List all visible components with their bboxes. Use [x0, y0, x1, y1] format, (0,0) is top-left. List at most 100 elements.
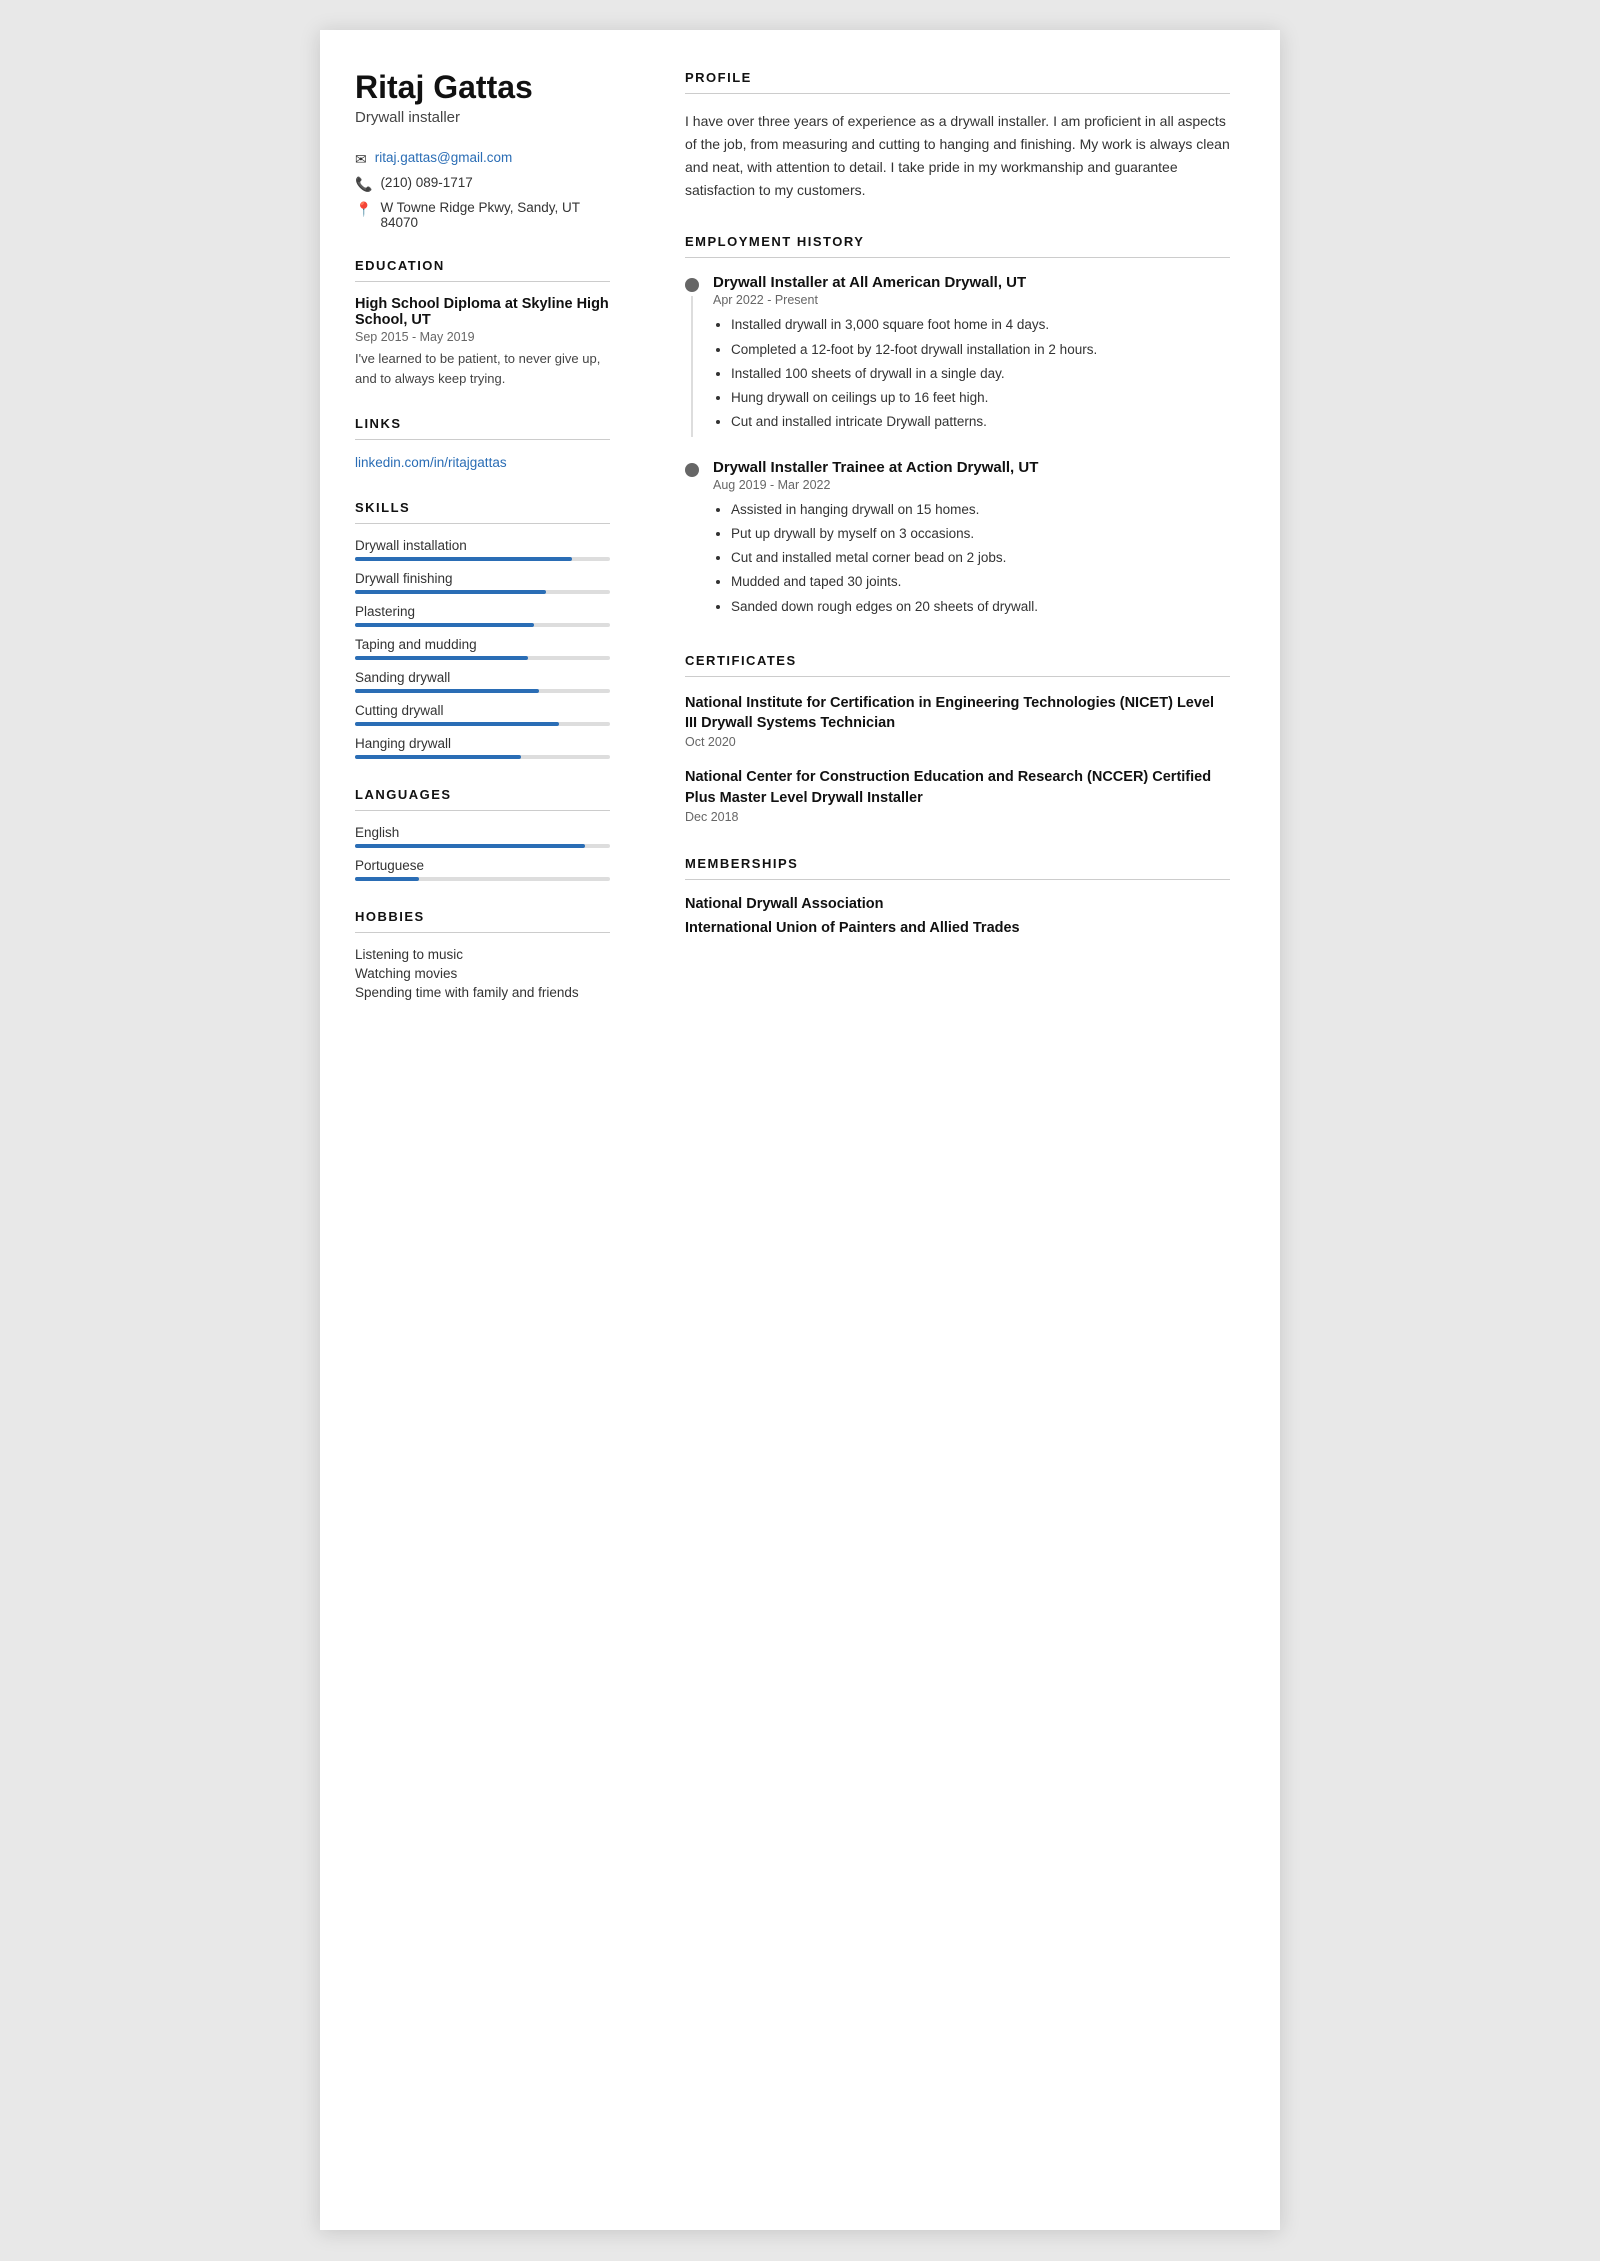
- membership-item: National Drywall Association: [685, 896, 1230, 912]
- edu-dates: Sep 2015 - May 2019: [355, 330, 610, 344]
- job-dot: [685, 463, 699, 477]
- profile-section: Profile I have over three years of exper…: [685, 70, 1230, 202]
- job-dot-column: [685, 274, 699, 436]
- membership-item: International Union of Painters and Alli…: [685, 920, 1230, 936]
- hobbies-section: Hobbies Listening to music Watching movie…: [355, 909, 610, 1000]
- education-divider: [355, 281, 610, 282]
- location-icon: 📍: [355, 201, 372, 218]
- skill-item: Sanding drywall: [355, 670, 610, 693]
- jobs-list: Drywall Installer at All American Drywal…: [685, 274, 1230, 621]
- hobby-item: Spending time with family and friends: [355, 985, 610, 1000]
- certificates-divider: [685, 676, 1230, 677]
- phone-icon: 📞: [355, 176, 372, 193]
- skill-label: Cutting drywall: [355, 703, 610, 718]
- contact-block: ✉ ritaj.gattas@gmail.com 📞 (210) 089-171…: [355, 150, 610, 230]
- skill-label: Sanding drywall: [355, 670, 610, 685]
- linkedin-link-item: linkedin.com/in/ritajgattas: [355, 454, 610, 472]
- languages-section: Languages English Portuguese: [355, 787, 610, 881]
- school-name: High School Diploma at Skyline High Scho…: [355, 296, 610, 328]
- skills-section: Skills Drywall installation Drywall fini…: [355, 500, 610, 759]
- skill-item: Plastering: [355, 604, 610, 627]
- skill-bar-bg: [355, 722, 610, 726]
- email-icon: ✉: [355, 151, 367, 168]
- skill-bar-bg: [355, 689, 610, 693]
- job-dates: Apr 2022 - Present: [713, 293, 1230, 307]
- cert-date: Oct 2020: [685, 735, 1230, 749]
- address-text: W Towne Ridge Pkwy, Sandy, UT 84070: [380, 200, 610, 230]
- language-bar-fill: [355, 844, 585, 848]
- skill-label: Taping and mudding: [355, 637, 610, 652]
- skill-bar-bg: [355, 590, 610, 594]
- skill-item: Cutting drywall: [355, 703, 610, 726]
- edu-description: I've learned to be patient, to never giv…: [355, 349, 610, 388]
- skill-item: Drywall finishing: [355, 571, 610, 594]
- skill-bar-bg: [355, 557, 610, 561]
- language-item: English: [355, 825, 610, 848]
- links-divider: [355, 439, 610, 440]
- job-content: Drywall Installer at All American Drywal…: [713, 274, 1230, 436]
- skill-bar-fill: [355, 623, 534, 627]
- email-link[interactable]: ritaj.gattas@gmail.com: [375, 150, 513, 165]
- job-title-text: Drywall Installer Trainee at Action Dryw…: [713, 459, 1230, 476]
- skill-bar-fill: [355, 755, 521, 759]
- skill-item: Drywall installation: [355, 538, 610, 561]
- skills-divider: [355, 523, 610, 524]
- certificates-heading: Certificates: [685, 653, 1230, 668]
- links-heading: Links: [355, 416, 610, 431]
- education-section: Education High School Diploma at Skyline…: [355, 258, 610, 388]
- cert-date: Dec 2018: [685, 810, 1230, 824]
- profile-heading: Profile: [685, 70, 1230, 85]
- left-panel: Ritaj Gattas Drywall installer ✉ ritaj.g…: [320, 30, 640, 2230]
- job-bullet: Put up drywall by myself on 3 occasions.: [731, 524, 1230, 544]
- language-label: English: [355, 825, 610, 840]
- job-bullets-list: Assisted in hanging drywall on 15 homes.…: [713, 500, 1230, 617]
- skill-item: Taping and mudding: [355, 637, 610, 660]
- job-entry: Drywall Installer Trainee at Action Dryw…: [685, 459, 1230, 621]
- memberships-divider: [685, 879, 1230, 880]
- language-label: Portuguese: [355, 858, 610, 873]
- language-bar-fill: [355, 877, 419, 881]
- phone-item: 📞 (210) 089-1717: [355, 175, 610, 193]
- job-bullet: Installed drywall in 3,000 square foot h…: [731, 315, 1230, 335]
- skill-label: Plastering: [355, 604, 610, 619]
- links-section: Links linkedin.com/in/ritajgattas: [355, 416, 610, 472]
- cert-entry: National Institute for Certification in …: [685, 693, 1230, 750]
- languages-divider: [355, 810, 610, 811]
- skill-label: Drywall finishing: [355, 571, 610, 586]
- memberships-list: National Drywall Association Internationa…: [685, 896, 1230, 936]
- job-bullets-list: Installed drywall in 3,000 square foot h…: [713, 315, 1230, 432]
- job-bullet: Sanded down rough edges on 20 sheets of …: [731, 597, 1230, 617]
- job-bullet: Installed 100 sheets of drywall in a sin…: [731, 364, 1230, 384]
- hobbies-list: Listening to music Watching movies Spendin…: [355, 947, 610, 1000]
- skill-label: Drywall installation: [355, 538, 610, 553]
- job-bullet: Hung drywall on ceilings up to 16 feet h…: [731, 388, 1230, 408]
- job-dot-column: [685, 459, 699, 621]
- job-dot: [685, 278, 699, 292]
- cert-name: National Institute for Certification in …: [685, 693, 1230, 734]
- profile-divider: [685, 93, 1230, 94]
- skill-item: Hanging drywall: [355, 736, 610, 759]
- languages-heading: Languages: [355, 787, 610, 802]
- skill-bar-bg: [355, 755, 610, 759]
- skill-bar-fill: [355, 722, 559, 726]
- language-bar-bg: [355, 877, 610, 881]
- job-title: Drywall installer: [355, 109, 610, 126]
- skill-bar-fill: [355, 557, 572, 561]
- certs-list: National Institute for Certification in …: [685, 693, 1230, 824]
- job-bullet: Cut and installed intricate Drywall patt…: [731, 412, 1230, 432]
- employment-section: Employment History Drywall Installer at …: [685, 234, 1230, 621]
- hobbies-heading: Hobbies: [355, 909, 610, 924]
- skill-bar-fill: [355, 689, 539, 693]
- cert-name: National Center for Construction Educati…: [685, 767, 1230, 808]
- skill-bar-fill: [355, 590, 546, 594]
- phone-text: (210) 089-1717: [380, 175, 472, 190]
- memberships-section: Memberships National Drywall Association…: [685, 856, 1230, 936]
- hobby-item: Listening to music: [355, 947, 610, 962]
- job-content: Drywall Installer Trainee at Action Dryw…: [713, 459, 1230, 621]
- linkedin-link[interactable]: linkedin.com/in/ritajgattas: [355, 455, 507, 470]
- hobby-item: Watching movies: [355, 966, 610, 981]
- hobbies-divider: [355, 932, 610, 933]
- language-bar-bg: [355, 844, 610, 848]
- employment-heading: Employment History: [685, 234, 1230, 249]
- job-bullet: Assisted in hanging drywall on 15 homes.: [731, 500, 1230, 520]
